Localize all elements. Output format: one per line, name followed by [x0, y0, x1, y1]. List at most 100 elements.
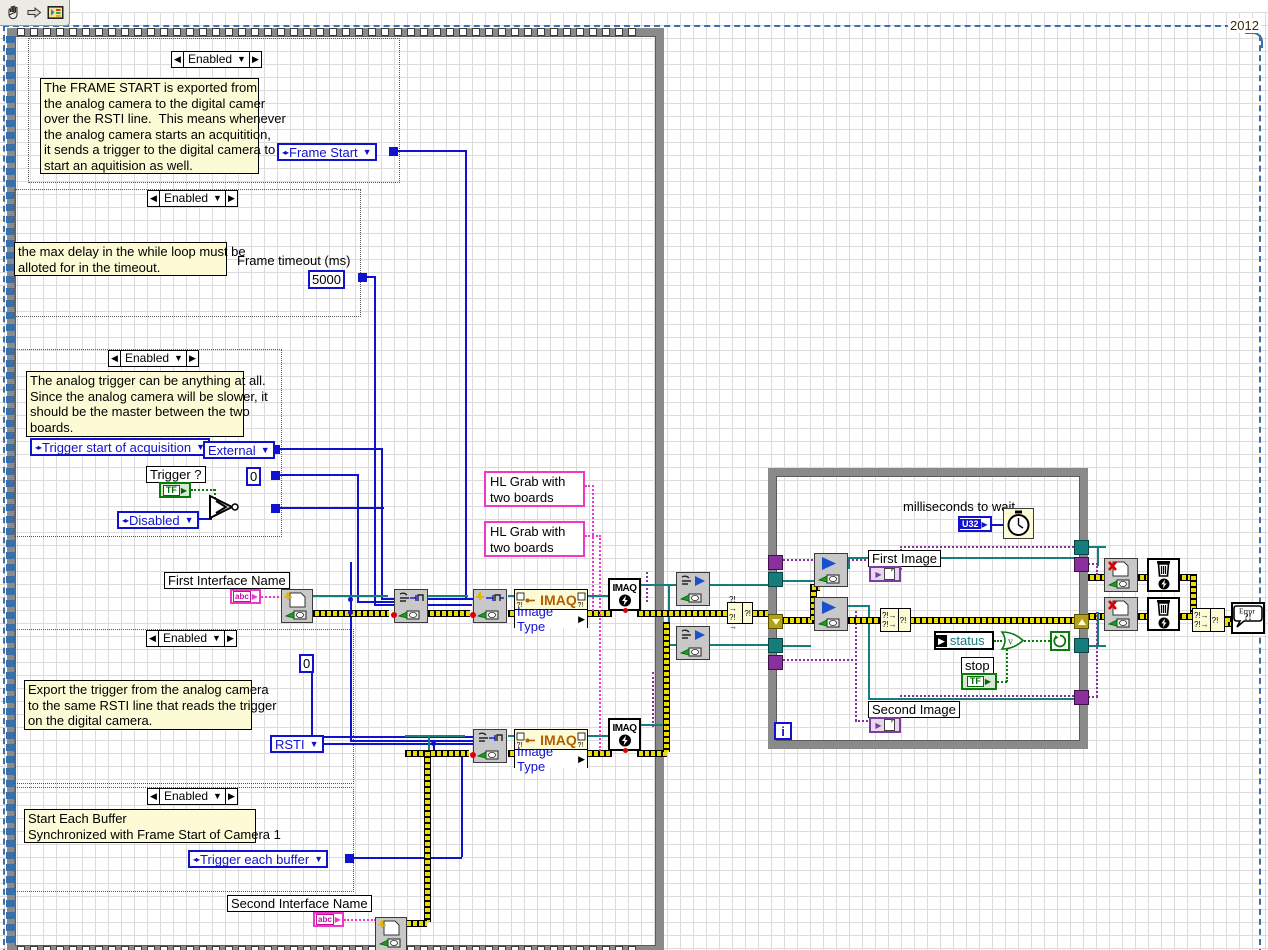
imaq-interface-open-2[interactable] — [375, 917, 407, 950]
chevron-down-icon[interactable]: ▼ — [213, 191, 225, 206]
chevron-down-icon[interactable]: ▼ — [174, 351, 186, 366]
second-interface-name-terminal[interactable]: abc ▶ — [313, 912, 344, 927]
right-arrow-icon[interactable]: ▶ — [185, 351, 198, 366]
frame-start-ring-constant[interactable]: ◂▸ Frame Start ▼ — [277, 143, 377, 161]
unbundle-status-node[interactable]: ▶ status — [934, 631, 994, 650]
zero-constant-a[interactable]: 0 — [246, 467, 262, 486]
chevron-down-icon[interactable]: ▼ — [213, 789, 225, 804]
right-arrow-icon[interactable]: ▶ — [224, 789, 237, 804]
shift-register-error-right[interactable] — [1074, 614, 1089, 629]
property-node-row-2[interactable]: Image Type ▶ — [515, 744, 587, 774]
shift-register-image-left-top[interactable] — [768, 555, 783, 570]
trash-icon — [1157, 561, 1170, 577]
disabled-ring-constant[interactable]: ◂▸ Disabled ▼ — [117, 511, 199, 529]
zero-constant-b[interactable]: 0 — [299, 654, 315, 673]
chevron-down-icon[interactable]: ▼ — [261, 443, 270, 458]
trigger-each-buffer-ring[interactable]: ◂▸ Trigger each buffer ▼ — [188, 850, 329, 868]
shift-register-session-left-bottom[interactable] — [768, 638, 783, 653]
disable-2-state-ring[interactable]: ◀ Enabled ▼ ▶ — [147, 190, 238, 207]
chevron-down-icon[interactable]: ▼ — [310, 737, 319, 752]
wire-image-1v — [646, 572, 648, 602]
chevron-down-icon[interactable]: ▼ — [185, 513, 194, 528]
chevron-down-icon[interactable]: ▼ — [212, 631, 224, 646]
loop-conditional-terminal[interactable] — [1050, 631, 1070, 651]
first-image-indicator-terminal[interactable]: ▶ — [869, 566, 901, 582]
chevron-down-icon[interactable]: ▼ — [363, 145, 372, 160]
imaq-dispose-1[interactable] — [1147, 558, 1180, 592]
wire-trigger-mode-h — [278, 507, 384, 509]
chevron-down-icon[interactable]: ▼ — [314, 852, 323, 867]
disable-5-state-ring[interactable]: ◀ Enabled ▼ ▶ — [147, 788, 238, 805]
shift-register-session-left-top[interactable] — [768, 572, 783, 587]
shift-register-error-left[interactable] — [768, 614, 783, 629]
merge-errors-node-left[interactable]: ?!→ ?!→ ?! — [727, 595, 753, 631]
external-ring-constant[interactable]: External ▼ — [203, 441, 275, 459]
wire-first-interface-string — [261, 596, 283, 598]
wire-zero-a-v — [357, 474, 359, 602]
disable-1-state-ring[interactable]: ◀ Enabled ▼ ▶ — [171, 51, 262, 68]
shift-register-image-right-top[interactable] — [1074, 557, 1089, 572]
lightning-icon — [1158, 617, 1169, 629]
chevron-down-icon[interactable]: ▼ — [237, 52, 249, 67]
wire-trunk-a-h — [350, 740, 476, 742]
error-wire-right-7v — [1224, 616, 1231, 622]
imaq-grab-acquire-1[interactable] — [814, 553, 848, 587]
merge-errors-node-loop[interactable]: ?!→ ?!→ ?! — [880, 608, 911, 632]
diagram-canvas[interactable]: ◀ Enabled ▼ ▶ The FRAME START is exporte… — [0, 12, 1268, 950]
imaq-create-node-1[interactable]: IMAQ — [608, 578, 641, 613]
frame-timeout-constant[interactable]: 5000 — [308, 270, 345, 289]
merge-errors-node-right[interactable]: ?!→ ?!→ ?! — [1192, 608, 1225, 632]
left-arrow-icon[interactable]: ◀ — [148, 789, 160, 804]
note-export-trigger: Export the trigger from the analog camer… — [24, 680, 277, 730]
trigger-start-of-acquisition-ring[interactable]: ◂▸ Trigger start of acquisition ▼ — [30, 438, 211, 456]
milliseconds-to-wait-terminal[interactable]: U32 ▶ — [958, 516, 992, 532]
or-gate-node[interactable]: v — [1000, 631, 1025, 650]
imaq-close-2[interactable] — [1104, 597, 1138, 631]
ring-left-right-icon: ◂▸ — [282, 147, 289, 157]
wait-ms-timer-node[interactable] — [1003, 508, 1034, 539]
run-arrow-icon[interactable] — [24, 2, 45, 23]
stop-boolean-terminal[interactable]: TF ▶ — [961, 673, 997, 690]
wire-frame-start-v — [465, 150, 467, 599]
right-arrow-icon[interactable]: ▶ — [223, 631, 236, 646]
right-arrow-icon[interactable]: ▶ — [224, 191, 237, 206]
right-arrow-icon[interactable]: ▶ — [248, 52, 261, 67]
left-arrow-icon[interactable]: ◀ — [172, 52, 184, 67]
second-image-indicator-terminal[interactable]: ▶ — [869, 717, 901, 733]
vi-icon[interactable] — [45, 2, 66, 23]
disable-3-state-ring[interactable]: ◀ Enabled ▼ ▶ — [108, 350, 199, 367]
imaq-image-type-property-node-2[interactable]: ?! IMAQ ?! Image Type ▶ — [514, 729, 588, 774]
shift-register-session-right-top[interactable] — [1074, 540, 1089, 555]
first-interface-name-label: First Interface Name — [164, 572, 290, 589]
left-arrow-icon[interactable]: ◀ — [147, 631, 159, 646]
left-arrow-icon[interactable]: ◀ — [109, 351, 121, 366]
loop-iteration-terminal: i — [774, 722, 792, 740]
pan-tool-icon[interactable] — [3, 2, 24, 23]
imaq-grab-acquire-2[interactable] — [814, 597, 848, 631]
imaq-configure-acquisition-1[interactable] — [470, 589, 507, 623]
imaq-image-type-property-node-1[interactable]: ?! IMAQ ?! Image Type ▶ — [514, 589, 588, 634]
external-ring-label: External — [208, 442, 256, 458]
select-not-node[interactable] — [208, 494, 242, 525]
imaq-dispose-2[interactable] — [1147, 597, 1180, 631]
first-interface-name-terminal[interactable]: abc ▶ — [230, 589, 261, 604]
shift-register-session-right-bottom[interactable] — [1074, 638, 1089, 653]
frame-start-ring-label: Frame Start — [289, 144, 358, 160]
disable-4-state-ring[interactable]: ◀ Enabled ▼ ▶ — [146, 630, 237, 647]
imaq-configure-trigger-2[interactable] — [470, 729, 507, 763]
shift-register-image-right-bottom[interactable] — [1074, 690, 1089, 705]
property-node-row-1[interactable]: Image Type ▶ — [515, 604, 587, 634]
imaq-configure-grab-2[interactable] — [676, 626, 710, 660]
trigger-boolean-terminal[interactable]: TF ▶ — [159, 482, 191, 498]
rsti-ring-constant[interactable]: RSTI ▼ — [270, 735, 324, 753]
wire-trigger-buffer-v — [461, 757, 463, 857]
left-arrow-icon[interactable]: ◀ — [148, 191, 160, 206]
imaq-interface-open-1[interactable] — [281, 589, 313, 623]
imaq-configure-trigger-1[interactable] — [391, 589, 428, 623]
imaq-configure-grab-1[interactable] — [676, 572, 710, 606]
simple-error-handler-node[interactable]: Error ?! — [1231, 602, 1265, 634]
imaq-create-node-2[interactable]: IMAQ — [608, 718, 641, 753]
imaq-close-1[interactable] — [1104, 558, 1138, 592]
image-type-property-label-2: Image Type — [517, 744, 554, 774]
shift-register-image-left-bottom[interactable] — [768, 655, 783, 670]
